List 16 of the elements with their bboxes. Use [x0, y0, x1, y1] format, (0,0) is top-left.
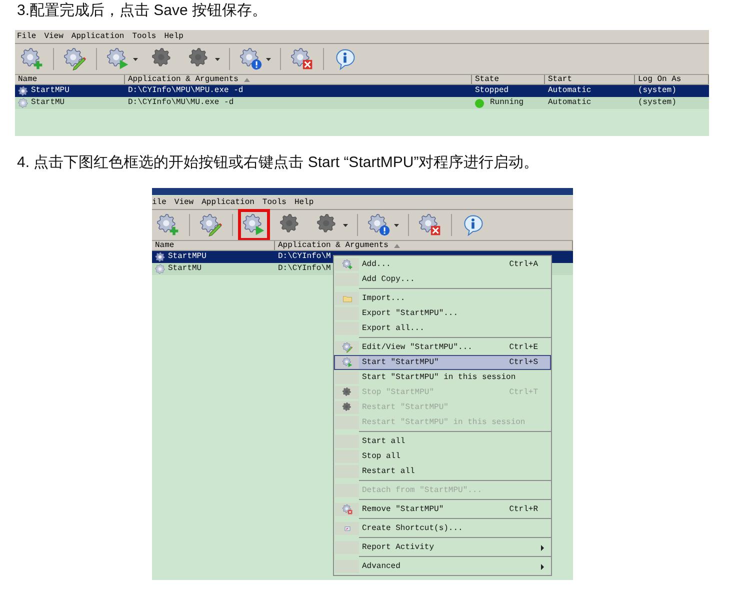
table-cell: Stopped — [475, 85, 509, 97]
table-cell: StartMU — [168, 263, 202, 275]
table-cell: D:\CYInfo\MPU\MPU.exe -d — [128, 85, 244, 97]
table-cell: StartMPU — [168, 251, 206, 263]
table-cell: D:\CYInfo\M — [278, 263, 331, 275]
paragraph: 4. 点击下图红色框选的开始按钮或右键点击 Start “StartMPU”对程序进行启动。 — [17, 153, 540, 173]
table-cell: Running — [490, 97, 524, 109]
table-cell: D:\CYInfo\MU\MU.exe -d — [128, 97, 234, 109]
table-cell: (system) — [638, 85, 676, 97]
table-cell: D:\CYInfo\M — [278, 251, 331, 263]
paragraph: 3.配置完成后，点击 Save 按钮保存。 — [17, 1, 268, 21]
table-cell: StartMPU — [31, 85, 70, 97]
table-cell: (system) — [638, 97, 676, 109]
table-cell: Automatic — [548, 85, 592, 97]
table-cell: StartMU — [31, 97, 65, 109]
table-cell: Automatic — [548, 97, 592, 109]
